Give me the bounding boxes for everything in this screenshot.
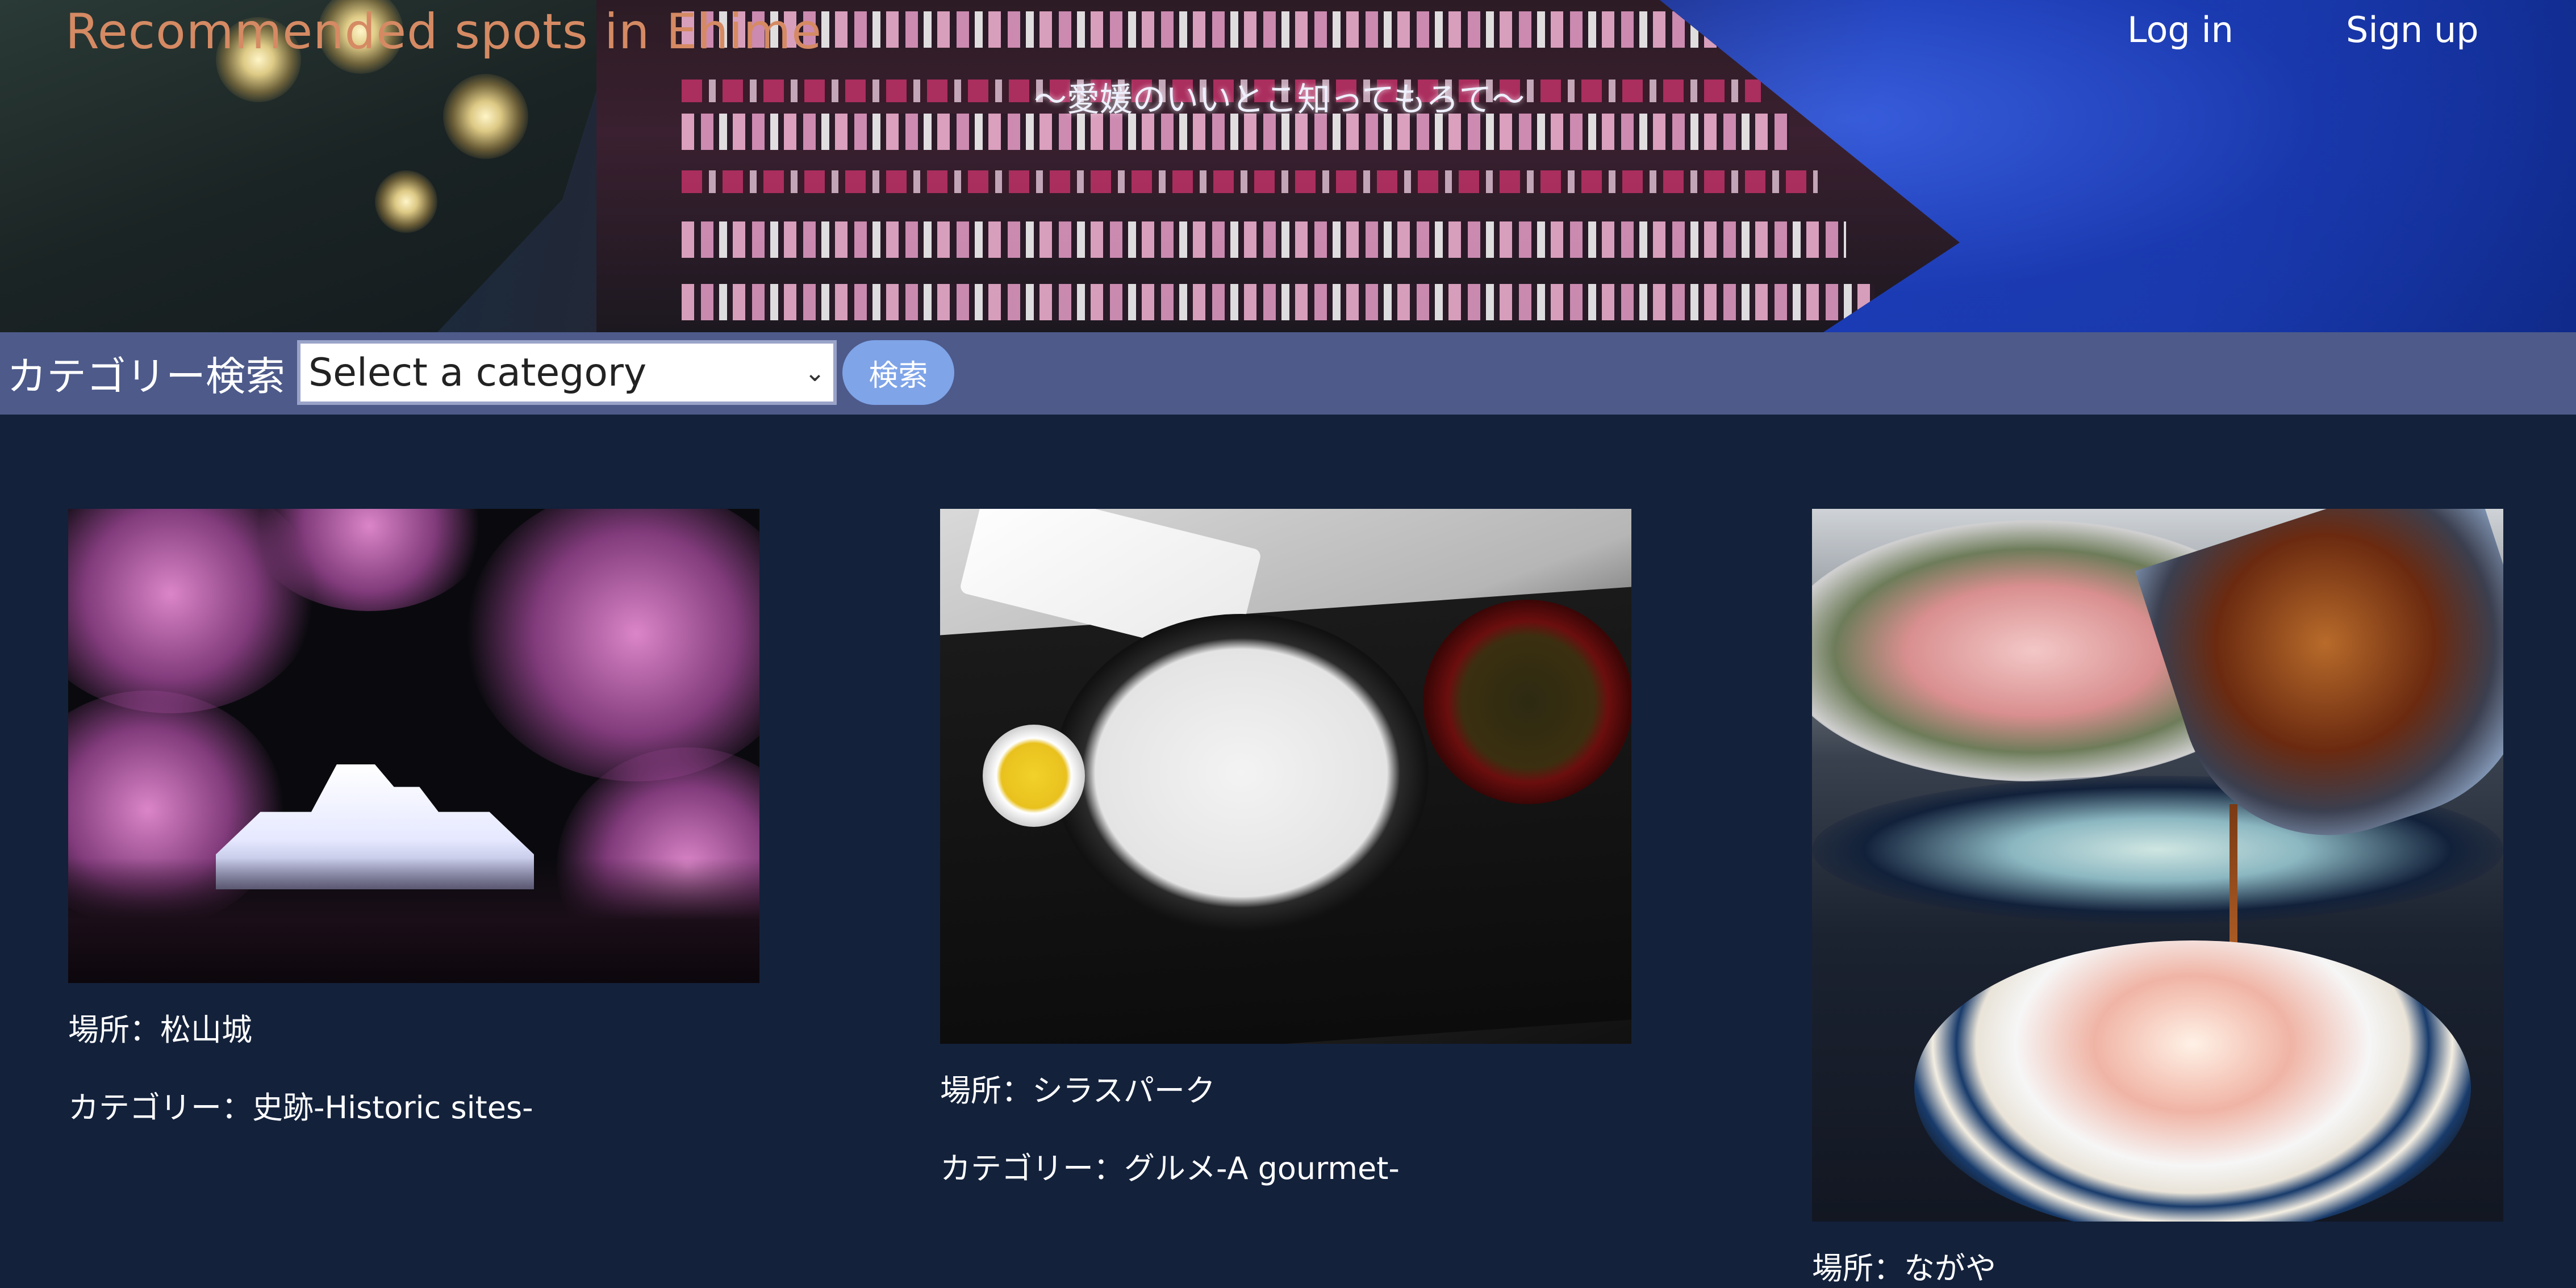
- window-band: [682, 11, 1732, 48]
- spot-category: カテゴリー：史跡-Historic sites-: [68, 1090, 533, 1126]
- spot-image[interactable]: [940, 509, 1631, 1044]
- spot-category: カテゴリー：グルメ-A gourmet-: [940, 1151, 1400, 1186]
- spot-image[interactable]: [68, 509, 759, 983]
- rice-bowl: [1054, 614, 1429, 932]
- search-button[interactable]: 検索: [842, 340, 954, 405]
- pickle-dish: [983, 725, 1085, 827]
- spot-location: 場所：シラスパーク: [940, 1073, 1216, 1109]
- lantern: [375, 170, 437, 233]
- spot-card: 場所：松山城 カテゴリー：史跡-Historic sites-: [68, 509, 759, 1127]
- window-band: [682, 284, 1874, 320]
- blossom: [466, 509, 759, 781]
- soup-bowl: [1423, 600, 1631, 804]
- category-search-bar: カテゴリー検索 Select a category ⌄ 検索: [0, 332, 2576, 415]
- tagline: 〜愛媛のいいとこ知ってもろて〜: [1034, 80, 1525, 119]
- category-select[interactable]: Select a category ⌄: [297, 340, 837, 405]
- category-search-label: カテゴリー検索: [7, 353, 285, 400]
- spot-location: 場所：ながや: [1812, 1251, 1996, 1286]
- spot-card: 場所：シラスパーク カテゴリー：グルメ-A gourmet-: [940, 509, 1631, 1188]
- rice-bowl: [1914, 940, 2471, 1222]
- window-band: [682, 221, 1846, 258]
- chevron-down-icon: ⌄: [804, 358, 825, 387]
- category-select-value: Select a category: [308, 350, 647, 395]
- lantern: [443, 74, 528, 159]
- hero-header: Recommended spots in Ehime 〜愛媛のいいとこ知ってもろ…: [0, 0, 2576, 332]
- spot-card: 場所：ながや: [1812, 509, 2503, 1288]
- login-link[interactable]: Log in: [2127, 9, 2233, 51]
- signup-link[interactable]: Sign up: [2346, 9, 2479, 51]
- site-title[interactable]: Recommended spots in Ehime: [65, 3, 822, 60]
- ground: [68, 858, 759, 983]
- spot-image[interactable]: [1812, 509, 2503, 1222]
- spot-location: 場所：松山城: [68, 1012, 252, 1048]
- balcony-rail: [682, 170, 1818, 193]
